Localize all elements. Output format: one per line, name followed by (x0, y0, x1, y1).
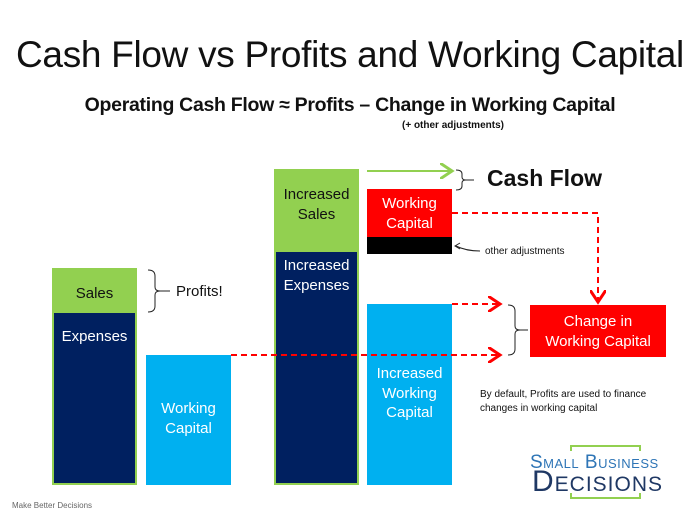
footer-tagline: Make Better Decisions (12, 501, 93, 510)
wc-to-change-dashed-line (452, 212, 598, 302)
change-brace (507, 304, 521, 356)
connectors-layer (147, 0, 641, 499)
cash-flow-brace (455, 169, 467, 191)
logo-line-2: Decisions (532, 465, 664, 498)
profits-brace (147, 269, 161, 313)
logo-top-bracket (570, 445, 641, 451)
pointer-arrowhead (454, 242, 461, 250)
